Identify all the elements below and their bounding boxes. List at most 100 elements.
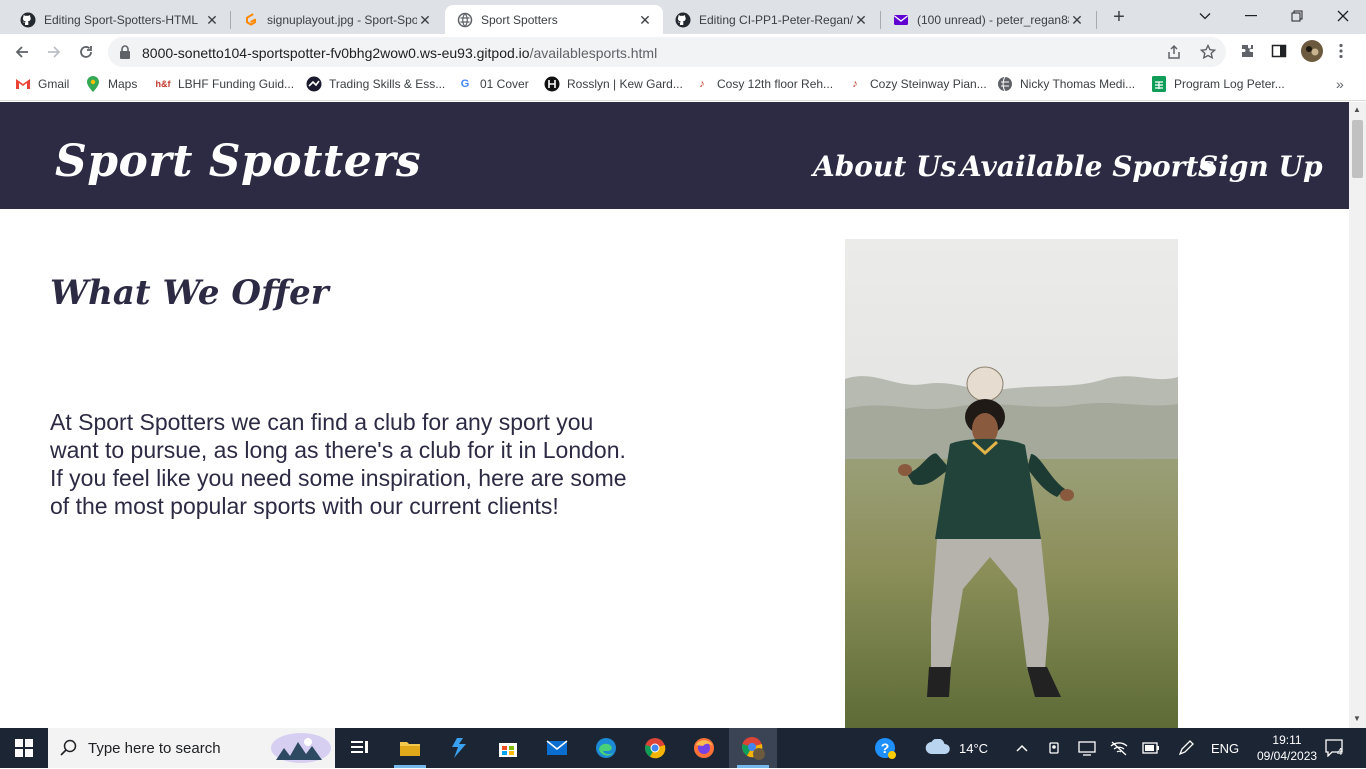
page-scrollbar[interactable]: ▲ ▼ — [1349, 102, 1366, 728]
lock-icon[interactable] — [118, 44, 132, 65]
chrome-profile-icon[interactable] — [729, 728, 777, 768]
microsoft-store-icon[interactable] — [484, 728, 532, 768]
close-icon[interactable]: ✕ — [637, 12, 653, 28]
chrome-icon[interactable] — [631, 728, 679, 768]
bookmark-gmail[interactable]: Gmail — [15, 76, 69, 92]
close-icon[interactable]: ✕ — [1069, 12, 1085, 28]
windows-start-icon[interactable] — [0, 728, 48, 768]
network-icon[interactable] — [1110, 728, 1128, 768]
vscode-icon[interactable] — [435, 728, 483, 768]
mail-app-icon[interactable] — [533, 728, 581, 768]
url-text: 8000-sonetto104-sportspotter-fv0bhg2wow0… — [142, 45, 658, 61]
bookmark-cozy-steinway[interactable]: ♪ Cozy Steinway Pian... — [847, 76, 986, 92]
taskbar-search-box[interactable]: Type here to search — [48, 728, 335, 768]
edge-icon[interactable] — [582, 728, 630, 768]
tab-title: (100 unread) - peter_regan88 — [917, 12, 1069, 27]
windows-taskbar: Type here to search ? 14°C ENG 19:11 09/… — [0, 728, 1366, 768]
side-panel-icon[interactable] — [1271, 43, 1287, 64]
tab-editing-sport-spotters[interactable]: Editing Sport-Spotters-HTML ✕ — [8, 5, 230, 34]
google-icon: G — [460, 78, 470, 90]
file-explorer-icon[interactable] — [386, 728, 434, 768]
nav-about-us[interactable]: About Us — [813, 150, 956, 183]
pen-icon[interactable] — [1177, 728, 1195, 768]
show-hidden-icons-icon[interactable] — [1016, 728, 1028, 768]
tab-title: Sport Spotters — [481, 12, 558, 27]
nav-available-sports[interactable]: Available Sports — [960, 150, 1214, 183]
bookmark-cosy-12th[interactable]: ♪ Cosy 12th floor Reh... — [694, 76, 833, 92]
bookmark-lbhf[interactable]: h&f LBHF Funding Guid... — [155, 76, 295, 92]
github-icon — [20, 12, 36, 28]
bookmark-trading[interactable]: Trading Skills & Ess... — [306, 76, 445, 92]
tab-editing-ci-pp1[interactable]: Editing CI-PP1-Peter-Regan/ ✕ — [663, 5, 879, 34]
minimize-icon[interactable] — [1228, 0, 1274, 32]
search-icon — [60, 739, 78, 762]
meet-now-icon[interactable] — [1047, 728, 1063, 768]
page-viewport: Sport Spotters About Us Available Sports… — [0, 102, 1349, 728]
maps-icon — [85, 76, 101, 92]
address-bar[interactable]: 8000-sonetto104-sportspotter-fv0bhg2wow0… — [108, 37, 1226, 67]
lbhf-icon: h&f — [155, 79, 171, 89]
nav-sign-up[interactable]: Sign Up — [1198, 150, 1323, 183]
notification-count: 4 — [1337, 746, 1343, 758]
clock-time: 19:11 — [1272, 733, 1302, 747]
browser-toolbar: 8000-sonetto104-sportspotter-fv0bhg2wow0… — [0, 34, 1366, 70]
tab-title: Editing Sport-Spotters-HTML — [44, 12, 199, 27]
forward-icon[interactable] — [41, 39, 67, 65]
site-header: Sport Spotters About Us Available Sports… — [0, 102, 1349, 209]
weather-widget[interactable]: 14°C — [925, 728, 988, 768]
task-view-icon[interactable] — [336, 728, 384, 768]
display-icon[interactable] — [1078, 728, 1096, 768]
close-icon[interactable]: ✕ — [204, 12, 220, 28]
bookmarks-bar: Gmail Maps h&f LBHF Funding Guid... Trad… — [0, 70, 1366, 101]
firefox-icon[interactable] — [680, 728, 728, 768]
notifications-icon[interactable]: 4 — [1325, 728, 1343, 768]
chrome-menu-icon[interactable] — [1339, 43, 1343, 64]
scroll-down-icon[interactable]: ▼ — [1353, 714, 1361, 723]
tab-title: Editing CI-PP1-Peter-Regan/ — [699, 12, 853, 27]
bookmark-program-log[interactable]: Program Log Peter... — [1151, 76, 1285, 92]
bookmark-nicky-thomas[interactable]: Nicky Thomas Medi... — [997, 76, 1135, 92]
taskbar-clock[interactable]: 19:11 09/04/2023 — [1257, 732, 1317, 764]
tab-search-icon[interactable] — [1182, 0, 1228, 32]
bookmark-maps[interactable]: Maps — [85, 76, 137, 92]
help-icon[interactable]: ? — [874, 728, 896, 768]
extensions-icon[interactable] — [1239, 43, 1255, 64]
tab-title: signuplayout.jpg - Sport-Spo — [267, 12, 417, 27]
bookmark-rosslyn[interactable]: Rosslyn | Kew Gard... — [544, 76, 683, 92]
tab-mail[interactable]: (100 unread) - peter_regan88 ✕ — [881, 5, 1095, 34]
music-icon: ♪ — [699, 78, 705, 90]
search-placeholder: Type here to search — [88, 740, 221, 757]
weather-temp: 14°C — [959, 740, 989, 756]
close-icon[interactable]: ✕ — [417, 12, 433, 28]
cloud-icon — [925, 737, 951, 758]
scroll-up-icon[interactable]: ▲ — [1353, 105, 1361, 114]
github-icon — [675, 12, 691, 28]
bookmark-01-cover[interactable]: G 01 Cover — [457, 76, 529, 92]
close-icon[interactable]: ✕ — [853, 12, 869, 28]
close-window-icon[interactable] — [1320, 0, 1366, 32]
language-indicator[interactable]: ENG — [1211, 728, 1239, 768]
globe-icon — [457, 12, 473, 28]
site-logo[interactable]: Sport Spotters — [55, 136, 421, 187]
globe-icon — [997, 76, 1013, 92]
sheets-icon — [1151, 76, 1167, 92]
battery-icon[interactable] — [1142, 728, 1160, 768]
mail-icon — [893, 12, 909, 28]
tab-signuplayout[interactable]: signuplayout.jpg - Sport-Spo ✕ — [231, 5, 443, 34]
svg-text:?: ? — [881, 740, 890, 756]
back-icon[interactable] — [9, 39, 35, 65]
music-icon: ♪ — [852, 78, 858, 90]
restore-icon[interactable] — [1274, 0, 1320, 32]
scrollbar-thumb[interactable] — [1352, 120, 1363, 178]
bookmark-star-icon[interactable] — [1199, 43, 1217, 65]
reload-icon[interactable] — [73, 39, 99, 65]
search-highlight-icon — [270, 732, 332, 769]
rosslyn-icon — [544, 76, 560, 92]
new-tab-button[interactable]: + — [1108, 7, 1130, 29]
share-icon[interactable] — [1166, 44, 1182, 65]
bookmarks-overflow-icon[interactable]: » — [1336, 76, 1344, 92]
hero-image — [845, 239, 1178, 728]
intro-paragraph: At Sport Spotters we can find a club for… — [50, 409, 627, 519]
tab-sport-spotters[interactable]: Sport Spotters ✕ — [445, 5, 663, 34]
profile-avatar[interactable] — [1301, 40, 1323, 67]
